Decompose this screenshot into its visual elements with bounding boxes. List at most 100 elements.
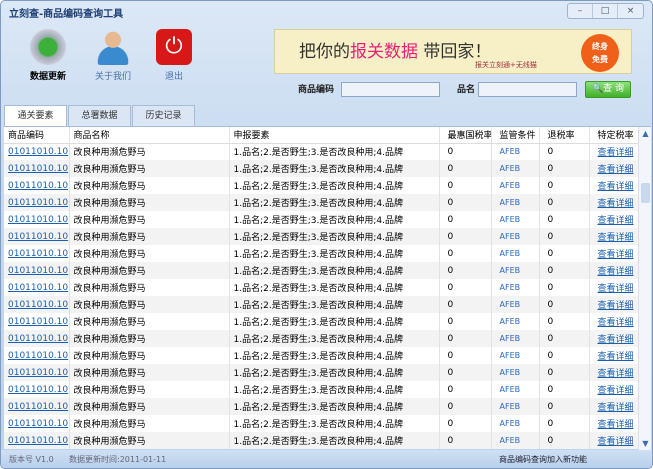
view-details-link[interactable]: 查看详细 [589,160,639,177]
table-row[interactable]: 01011010.10 改良种用濒危野马 1.品名;2.是否野生;3.是否改良种用;… [4,228,639,245]
view-details-link[interactable]: 查看详细 [589,330,639,347]
about-label: 关于我们 [94,72,131,82]
close-button[interactable]: × [618,4,643,18]
view-details-link[interactable]: 查看详细 [589,347,639,364]
minimize-button[interactable]: – [568,4,593,18]
mfn-rate: 0 [439,364,492,381]
header-row: 商品编码 商品名称 申报要素 最惠国税率 监管条件 退税率 特定税率 [4,127,639,144]
supervision-conditions: AFEB [491,432,540,449]
code-link[interactable]: 01011010.10 [4,177,70,194]
notice-text[interactable]: 商品编码查询加入新功能 [499,454,587,465]
column-header[interactable]: 特定税率 [589,127,639,144]
supervision-conditions: AFEB [491,160,540,177]
table-row[interactable]: 01011010.10 改良种用濒危野马 1.品名;2.是否野生;3.是否改良种用;… [4,313,639,330]
view-details-link[interactable]: 查看详细 [589,364,639,381]
scroll-thumb[interactable] [641,183,650,203]
code-link[interactable]: 01011010.10 [4,330,70,347]
tax-refund-rate: 0 [539,143,590,160]
table-row[interactable]: 01011010.10 改良种用濒危野马 1.品名;2.是否野生;3.是否改良种用;… [4,194,639,211]
product-name: 改良种用濒危野马 [69,262,230,279]
view-details-link[interactable]: 查看详细 [589,245,639,262]
ad-banner[interactable]: 把你的报关数据 带回家！ 报关立刻通+无线猫 终身 免费 [274,29,632,74]
code-link[interactable]: 01011010.10 [4,160,70,177]
code-link[interactable]: 01011010.10 [4,364,70,381]
view-details-link[interactable]: 查看详细 [589,432,639,449]
power-icon: ⏻ [156,29,192,65]
table-row[interactable]: 01011010.10 改良种用濒危野马 1.品名;2.是否野生;3.是否改良种用;… [4,398,639,415]
about-us-button[interactable]: 关于我们 [88,29,138,82]
supervision-conditions: AFEB [491,296,540,313]
view-details-link[interactable]: 查看详细 [589,381,639,398]
code-link[interactable]: 01011010.10 [4,262,70,279]
code-link[interactable]: 01011010.10 [4,296,70,313]
table-row[interactable]: 01011010.10 改良种用濒危野马 1.品名;2.是否野生;3.是否改良种用;… [4,160,639,177]
code-link[interactable]: 01011010.10 [4,279,70,296]
view-details-link[interactable]: 查看详细 [589,211,639,228]
table-row[interactable]: 01011010.10 改良种用濒危野马 1.品名;2.是否野生;3.是否改良种用;… [4,245,639,262]
table-row[interactable]: 01011010.10 改良种用濒危野马 1.品名;2.是否野生;3.是否改良种用;… [4,415,639,432]
tax-refund-rate: 0 [539,245,590,262]
table-row[interactable]: 01011010.10 改良种用濒危野马 1.品名;2.是否野生;3.是否改良种用;… [4,381,639,398]
table-row[interactable]: 01011010.10 改良种用濒危野马 1.品名;2.是否野生;3.是否改良种用;… [4,347,639,364]
mfn-rate: 0 [439,347,492,364]
column-header[interactable]: 商品名称 [69,127,230,144]
code-link[interactable]: 01011010.10 [4,245,70,262]
table-row[interactable]: 01011010.10 改良种用濒危野马 1.品名;2.是否野生;3.是否改良种用;… [4,262,639,279]
view-details-link[interactable]: 查看详细 [589,398,639,415]
code-link[interactable]: 01011010.10 [4,228,70,245]
code-link[interactable]: 01011010.10 [4,398,70,415]
declaration-elements: 1.品名;2.是否野生;3.是否改良种用;4.品牌 [229,245,440,262]
view-details-link[interactable]: 查看详细 [589,194,639,211]
tax-refund-rate: 0 [539,177,590,194]
column-header[interactable]: 退税率 [539,127,590,144]
product-name: 改良种用濒危野马 [69,313,230,330]
tab-history[interactable]: 历史记录 [132,105,195,126]
scroll-up-icon[interactable]: ▲ [639,129,652,138]
code-link[interactable]: 01011010.10 [4,415,70,432]
view-details-link[interactable]: 查看详细 [589,143,639,160]
column-header[interactable]: 最惠国税率 [439,127,492,144]
table-row[interactable]: 01011010.10 改良种用濒危野马 1.品名;2.是否野生;3.是否改良种用;… [4,330,639,347]
table-row[interactable]: 01011010.10 改良种用濒危野马 1.品名;2.是否野生;3.是否改良种用;… [4,279,639,296]
search-icon: 🔍 [591,84,604,94]
vertical-scrollbar[interactable]: ▲ ▼ [638,127,651,450]
column-header[interactable]: 商品编码 [4,127,70,144]
view-details-link[interactable]: 查看详细 [589,296,639,313]
update-data-button[interactable]: 数据更新 [23,29,73,82]
mfn-rate: 0 [439,262,492,279]
column-header[interactable]: 监管条件 [491,127,540,144]
table-row[interactable]: 01011010.10 改良种用濒危野马 1.品名;2.是否野生;3.是否改良种用;… [4,143,639,160]
table-row[interactable]: 01011010.10 改良种用濒危野马 1.品名;2.是否野生;3.是否改良种用;… [4,432,639,449]
maximize-button[interactable]: □ [593,4,618,18]
code-input[interactable] [341,82,440,97]
code-link[interactable]: 01011010.10 [4,347,70,364]
code-link[interactable]: 01011010.10 [4,313,70,330]
mfn-rate: 0 [439,296,492,313]
product-name: 改良种用濒危野马 [69,211,230,228]
column-header[interactable]: 申报要素 [229,127,440,144]
exit-button[interactable]: ⏻ 退出 [149,29,199,82]
table-row[interactable]: 01011010.10 改良种用濒危野马 1.品名;2.是否野生;3.是否改良种用;… [4,211,639,228]
tab-general-admin-data[interactable]: 总署数据 [68,105,131,126]
scroll-down-icon[interactable]: ▼ [639,439,652,448]
view-details-link[interactable]: 查看详细 [589,262,639,279]
table-row[interactable]: 01011010.10 改良种用濒危野马 1.品名;2.是否野生;3.是否改良种用;… [4,177,639,194]
table-row[interactable]: 01011010.10 改良种用濒危野马 1.品名;2.是否野生;3.是否改良种用;… [4,364,639,381]
view-details-link[interactable]: 查看详细 [589,279,639,296]
tab-customs-elements[interactable]: 通关要素 [4,105,67,127]
view-details-link[interactable]: 查看详细 [589,177,639,194]
view-details-link[interactable]: 查看详细 [589,228,639,245]
code-link[interactable]: 01011010.10 [4,381,70,398]
code-link[interactable]: 01011010.10 [4,194,70,211]
product-name: 改良种用濒危野马 [69,381,230,398]
tax-refund-rate: 0 [539,398,590,415]
view-details-link[interactable]: 查看详细 [589,313,639,330]
code-link[interactable]: 01011010.10 [4,143,70,160]
supervision-conditions: AFEB [491,143,540,160]
code-link[interactable]: 01011010.10 [4,432,70,449]
name-input[interactable] [478,82,577,97]
table-row[interactable]: 01011010.10 改良种用濒危野马 1.品名;2.是否野生;3.是否改良种用;… [4,296,639,313]
query-button[interactable]: 🔍查 询 [585,81,631,98]
view-details-link[interactable]: 查看详细 [589,415,639,432]
code-link[interactable]: 01011010.10 [4,211,70,228]
